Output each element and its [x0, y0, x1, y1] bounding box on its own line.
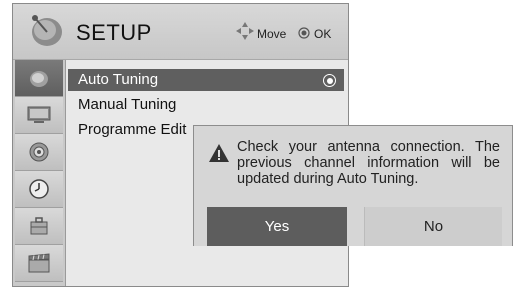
menu-header: SETUP Move OK — [13, 4, 348, 60]
menu-item-label: Manual Tuning — [78, 96, 177, 113]
sidebar-item-lock[interactable] — [15, 208, 63, 245]
menu-item-auto-tuning[interactable]: Auto Tuning — [68, 69, 344, 91]
page-title: SETUP — [76, 20, 152, 45]
warning-icon — [209, 144, 229, 162]
satellite-dish-icon — [30, 71, 48, 87]
ok-hint-label: OK — [314, 27, 332, 41]
menu-item-label: Programme Edit — [78, 121, 187, 138]
menu-item-manual-tuning[interactable]: Manual Tuning — [68, 94, 344, 116]
sidebar-item-time[interactable] — [15, 171, 63, 208]
no-button[interactable]: No — [364, 207, 502, 246]
clapperboard-icon — [28, 253, 50, 273]
sidebar-item-option[interactable] — [15, 245, 63, 282]
clock-time-icon — [29, 179, 49, 199]
dialog-message: Check your antenna connection. The previ… — [237, 139, 500, 187]
yes-button[interactable]: Yes — [207, 207, 347, 246]
dialog-button-bar: Yes No — [194, 207, 512, 246]
satellite-dish-icon — [32, 15, 62, 46]
sidebar-item-audio[interactable] — [15, 134, 63, 171]
move-hint-label: Move — [257, 27, 287, 41]
lock-briefcase-icon — [30, 217, 48, 235]
move-arrows-icon — [236, 22, 254, 40]
sidebar-item-setup[interactable] — [15, 60, 63, 97]
tv-picture-icon — [27, 106, 51, 123]
confirm-dialog: Check your antenna connection. The previ… — [193, 125, 513, 246]
selected-radio-icon — [323, 74, 336, 87]
speaker-audio-icon — [29, 142, 49, 162]
category-sidebar — [13, 60, 66, 286]
dialog-message-area: Check your antenna connection. The previ… — [194, 126, 512, 207]
ok-button-icon — [298, 27, 310, 39]
menu-item-label: Auto Tuning — [78, 71, 159, 88]
sidebar-item-picture[interactable] — [15, 97, 63, 134]
